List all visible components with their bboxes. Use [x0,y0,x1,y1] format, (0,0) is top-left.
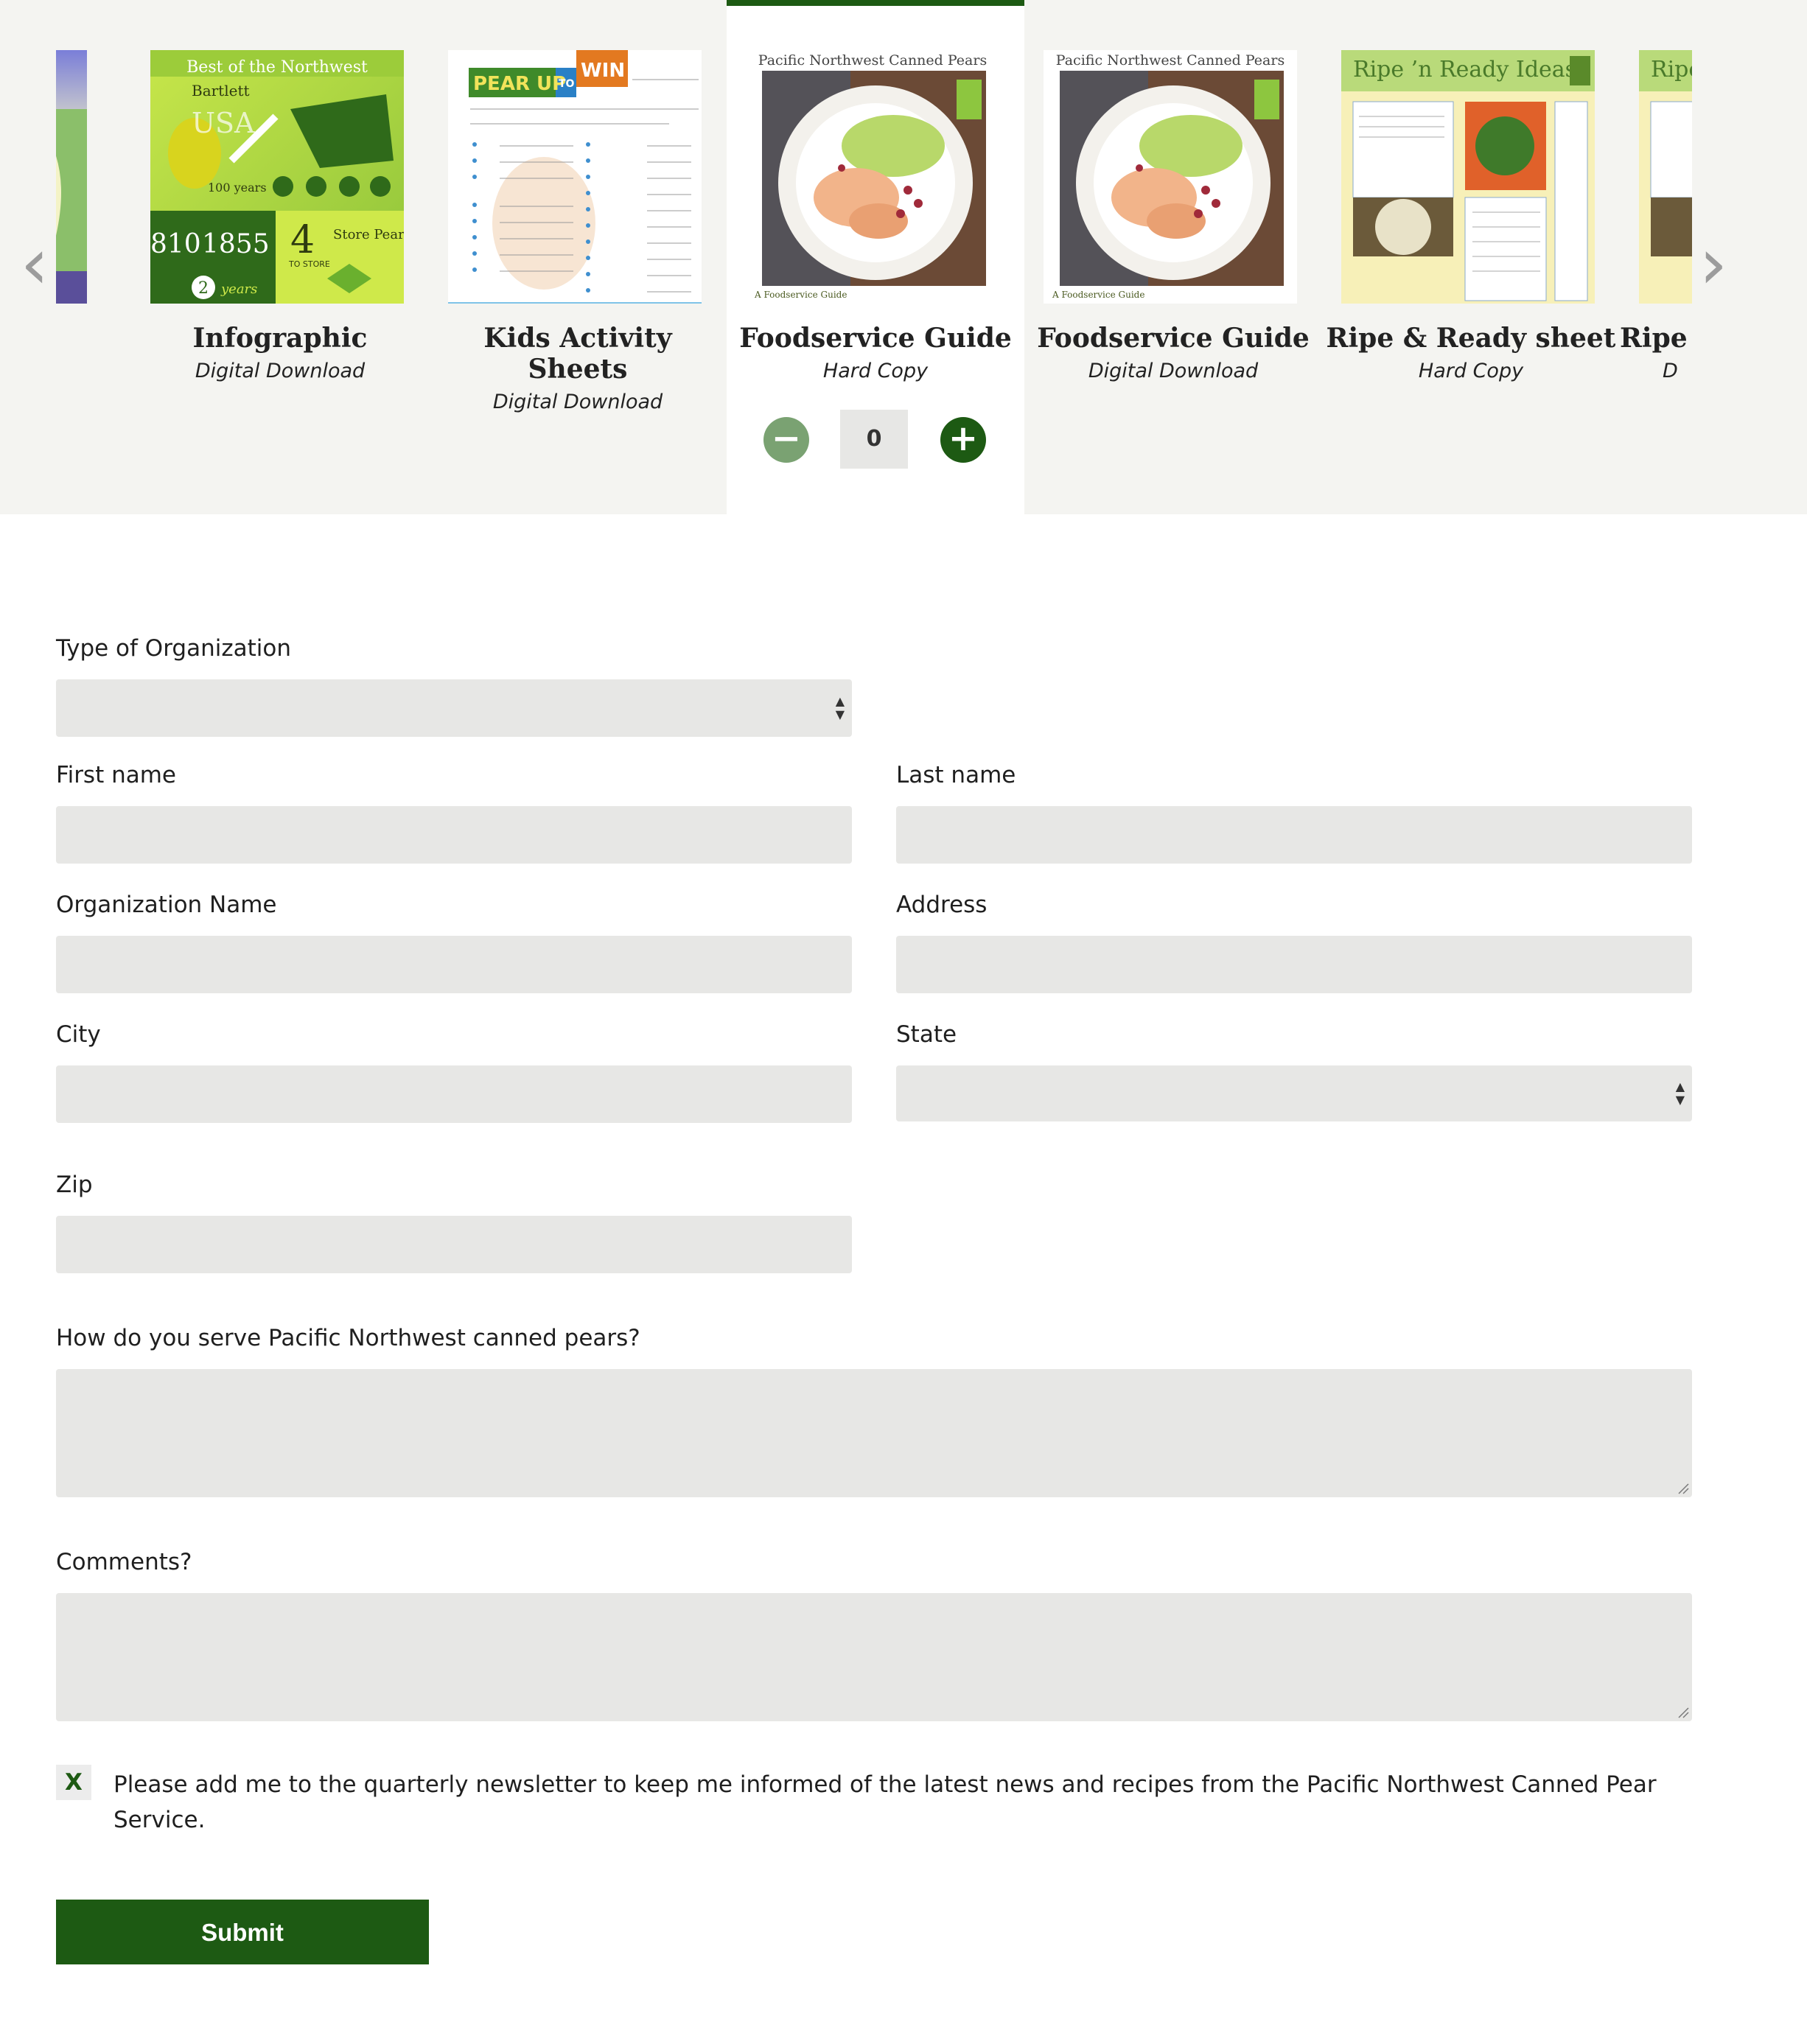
infographic-to-store-text: TO STORE [288,259,330,269]
item-title: Ripe & Ready sheet [1326,323,1616,354]
infographic-years2: years [220,281,257,297]
carousel-item-kids-activity[interactable]: PEAR UP TO WIN Kids Activity Sheets Digi… [429,0,727,514]
foodservice-thumb-footer: A Foodservice Guide [754,290,847,300]
last-name-label: Last name [896,762,1016,788]
kids-win-text: WIN [581,60,625,82]
item-title: Ripe [1620,323,1688,354]
ripe-ready-thumb-header: Ripe ’n Ready Ideas [1353,57,1576,83]
carousel-thumbnail [56,50,87,304]
infographic-number-3: 4 [290,218,315,262]
kids-to-text: TO [559,78,575,90]
infographic-usa-text: USA [192,107,255,139]
carousel-item-partial-right[interactable]: Ripe Ripe D [1620,0,1692,514]
foodservice-digital-thumb-header: Pacific Northwest Canned Pears [1056,52,1285,69]
item-title-line-2: Sheets [528,354,628,385]
foodservice-digital-thumb-footer: A Foodservice Guide [1052,290,1144,300]
item-subtitle: Digital Download [195,360,366,382]
last-name-field[interactable] [896,806,1692,864]
carousel-item-partial-left[interactable] [56,0,112,514]
infographic-store-text: Store Pears [333,227,404,242]
ripe-partial-thumbnail: Ripe [1639,50,1692,304]
first-name-field[interactable] [56,806,852,864]
infographic-years-text: 100 years [208,181,267,195]
item-title: Foodservice Guide [739,323,1012,354]
zip-field[interactable] [56,1216,852,1273]
serve-label: How do you serve Pacific Northwest canne… [56,1325,640,1351]
carousel-item-ripe-ready-hard-copy[interactable]: Ripe ’n Ready Ideas Ripe & Ready sheet H… [1322,0,1620,514]
infographic-header-text: Best of the Northwest [186,58,368,77]
kids-pear-up-text: PEAR UP [473,73,566,95]
carousel-item-foodservice-digital[interactable]: Pacific Northwest Canned Pears A Foodser… [1024,0,1322,514]
item-subtitle: D [1663,360,1678,382]
org-type-label: Type of Organization [56,635,291,662]
state-label: State [896,1021,957,1048]
foodservice-thumbnail: Pacific Northwest Canned Pears A Foodser… [746,50,999,304]
infographic-number-2: 1855 [202,229,270,259]
carousel-track: Best of the Northwest Bartlett USA 100 y… [56,0,1692,514]
city-field[interactable] [56,1065,852,1123]
item-subtitle: Hard Copy [822,360,929,382]
infographic-two: 2 [198,279,209,298]
chevron-left-icon[interactable]: ‹ [15,228,55,299]
item-title-line-1: Kids Activity [483,323,672,354]
carousel-item-foodservice-hard-copy[interactable]: Pacific Northwest Canned Pears A Foodser… [727,0,1024,514]
foodservice-digital-thumbnail: Pacific Northwest Canned Pears A Foodser… [1044,50,1297,304]
serve-textarea[interactable] [56,1369,1692,1497]
chevron-right-icon[interactable]: › [1694,228,1733,299]
city-label: City [56,1021,101,1048]
minus-icon[interactable]: − [763,417,809,463]
plus-icon[interactable]: + [940,417,986,463]
first-name-label: First name [56,762,177,788]
newsletter-checkbox[interactable]: X [56,1765,91,1800]
org-type-select[interactable]: ▲ ▼ [56,679,852,737]
kids-activity-thumbnail: PEAR UP TO WIN [448,50,702,304]
quantity-value[interactable]: 0 [840,410,908,469]
product-carousel: ‹ Best of the Northwest Bartlett USA 100… [0,0,1807,514]
ripe-ready-thumbnail: Ripe ’n Ready Ideas [1341,50,1595,304]
foodservice-image: Pacific Northwest Canned Pears A Foodser… [746,50,999,304]
resize-handle-icon[interactable] [1676,1705,1689,1718]
select-arrows-icon: ▲ ▼ [835,694,845,721]
item-title: Foodservice Guide [1037,323,1310,354]
item-title: Infographic [192,323,368,354]
foodservice-thumb-header: Pacific Northwest Canned Pears [758,52,987,69]
carousel-item-infographic[interactable]: Best of the Northwest Bartlett USA 100 y… [131,0,429,514]
org-name-label: Organization Name [56,892,277,918]
newsletter-label: Please add me to the quarterly newslette… [113,1771,1657,1833]
select-arrows-icon: ▲ ▼ [1675,1079,1685,1107]
comments-textarea[interactable] [56,1593,1692,1721]
ripe-partial-image: Ripe [1639,50,1692,304]
kids-activity-image: PEAR UP TO WIN [448,50,702,304]
infographic-thumbnail: Best of the Northwest Bartlett USA 100 y… [150,50,404,304]
org-name-field[interactable] [56,936,852,993]
zip-label: Zip [56,1172,93,1198]
infographic-image: Best of the Northwest Bartlett USA 100 y… [150,50,404,304]
item-subtitle: Hard Copy [1418,360,1524,382]
foodservice-digital-image: Pacific Northwest Canned Pears A Foodser… [1044,50,1297,304]
address-label: Address [896,892,988,918]
submit-button[interactable]: Submit [56,1900,429,1964]
item-subtitle: Digital Download [492,391,663,413]
address-field[interactable] [896,936,1692,993]
item-title: Kids Activity Sheets [429,323,727,385]
infographic-number-1: 810 [150,229,201,259]
item-subtitle: Digital Download [1088,360,1259,382]
quantity-stepper: − 0 + [727,410,1024,472]
ripe-ready-image: Ripe ’n Ready Ideas [1341,50,1595,304]
state-select[interactable]: ▲ ▼ [896,1065,1692,1121]
infographic-bartlett-text: Bartlett [192,82,250,99]
resize-handle-icon[interactable] [1676,1481,1689,1494]
ripe-partial-thumb-header: Ripe [1651,57,1692,83]
comments-label: Comments? [56,1549,192,1575]
